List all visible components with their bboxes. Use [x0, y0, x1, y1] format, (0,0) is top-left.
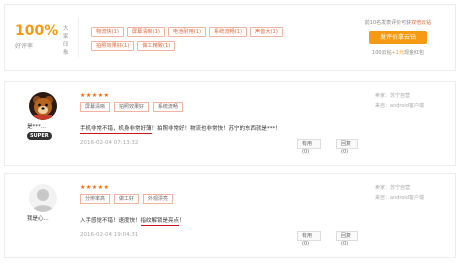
- source-info: 来自：android客户端: [375, 195, 424, 201]
- review-content-highlight: 指纹解锁是亮点: [140, 218, 180, 226]
- divider: [78, 17, 79, 57]
- review-card: 我是心... ★★★★★ 分辨率高 做工好 外观漂亮 入手感觉不错！速度快！指纹…: [4, 173, 456, 258]
- review-tag: 做工好: [113, 194, 139, 204]
- review-tags: 分辨率高 做工好 外观漂亮: [80, 194, 175, 204]
- super-badge: SUPER: [27, 132, 52, 140]
- avatar[interactable]: [29, 92, 57, 120]
- source-info: 来自：android客户端: [375, 103, 424, 109]
- good-rate-block: 100% 好评率: [15, 23, 59, 50]
- seller-info: 卖家：苏宁自营: [375, 185, 411, 191]
- write-review-button[interactable]: 发评价拿云钻: [369, 31, 427, 44]
- star-rating: ★★★★★: [80, 184, 110, 191]
- review-tag: 外观漂亮: [142, 194, 173, 204]
- review-content-rest: ！: [179, 218, 185, 224]
- star-rating: ★★★★★: [80, 92, 110, 99]
- username[interactable]: 是***...: [27, 122, 46, 130]
- review-date: 2016-02-04 07:13:32: [80, 140, 139, 146]
- review-tag: 拍照效果好: [113, 102, 149, 112]
- impression-tag[interactable]: 系统流畅(1): [208, 27, 248, 37]
- impression-tag[interactable]: 做工精致(1): [137, 41, 176, 51]
- review-content-rest: ！拍照非常好！物流也非常快！苏宁的东西就是***！: [151, 126, 281, 132]
- bear-avatar-icon: [29, 92, 57, 120]
- review-summary: 100% 好评率 大家印象 物流快(1) 屏幕清晰(1) 电池耐用(1) 系统流…: [4, 4, 456, 71]
- impression-tag[interactable]: 物流快(1): [91, 27, 124, 37]
- impression-tag[interactable]: 电池耐用(1): [167, 27, 206, 37]
- impression-tag[interactable]: 拍照效果好(1): [91, 41, 135, 51]
- promo-sub-suffix: 现金红包: [403, 50, 424, 56]
- default-user-avatar-icon: [29, 184, 57, 212]
- avatar[interactable]: [29, 184, 57, 212]
- promo-block: 前10名发表评价可获双倍云钻 发评价拿云钻 100云钻+1元现金红包: [359, 19, 437, 56]
- promo-text: 前10名发表评价可获双倍云钻: [359, 19, 437, 26]
- impression-tag[interactable]: 屏幕清晰(1): [126, 27, 165, 37]
- reply-button[interactable]: 回复(0): [336, 139, 358, 155]
- promo-sub-prefix: 100云钻: [372, 50, 392, 56]
- review-tags: 屏幕清晰 拍照效果好 系统流畅: [80, 102, 185, 112]
- good-rate-label: 好评率: [15, 43, 34, 50]
- review-date: 2016-02-04 19:04:31: [80, 232, 139, 238]
- review-tag: 屏幕清晰: [80, 102, 111, 112]
- promo-sub-highlight: +1元: [391, 50, 404, 56]
- username[interactable]: 我是心...: [27, 214, 49, 222]
- promo-text-prefix: 前10名发表评价可获: [364, 20, 412, 26]
- review-tag: 系统流畅: [152, 102, 183, 112]
- good-rate-value: 100%: [15, 23, 59, 39]
- impression-tags: 物流快(1) 屏幕清晰(1) 电池耐用(1) 系统流畅(1) 声音大(1) 拍照…: [91, 27, 296, 55]
- reply-button[interactable]: 回复(0): [336, 231, 358, 247]
- impression-tag[interactable]: 声音大(1): [249, 27, 283, 37]
- review-content-plain: 入手感觉不错！速度快！: [80, 218, 141, 224]
- useful-button[interactable]: 有用(0): [297, 139, 321, 155]
- impression-label: 大家印象: [63, 26, 69, 56]
- useful-button[interactable]: 有用(0): [297, 231, 321, 247]
- review-content: 入手感觉不错！速度快！指纹解锁是亮点！: [80, 216, 185, 226]
- review-tag: 分辨率高: [80, 194, 111, 204]
- review-content-highlight: 手机非常不错，机身非常好薄: [80, 126, 152, 134]
- review-card: 是***... SUPER ★★★★★ 屏幕清晰 拍照效果好 系统流畅 手机非常…: [4, 81, 456, 166]
- promo-sub-text: 100云钻+1元现金红包: [359, 49, 437, 56]
- review-content: 手机非常不错，机身非常好薄！拍照非常好！物流也非常快！苏宁的东西就是***！: [80, 124, 281, 134]
- promo-text-highlight: 双倍云钻: [411, 20, 432, 26]
- seller-info: 卖家：苏宁自营: [375, 93, 411, 99]
